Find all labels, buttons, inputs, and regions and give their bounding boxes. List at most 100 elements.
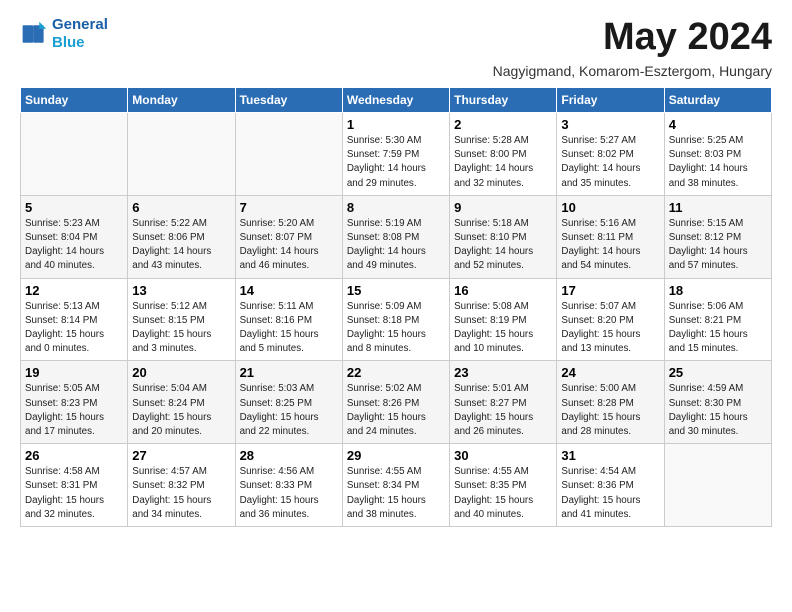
calendar-cell: 17 Sunrise: 5:07 AMSunset: 8:20 PMDayligh… — [557, 278, 664, 361]
weekday-header: Wednesday — [342, 88, 449, 113]
calendar-cell: 26 Sunrise: 4:58 AMSunset: 8:31 PMDayligh… — [21, 444, 128, 527]
day-number: 29 — [347, 448, 445, 463]
day-info: Sunrise: 5:20 AMSunset: 8:07 PMDaylight:… — [240, 217, 338, 274]
calendar-cell — [664, 444, 771, 527]
calendar-cell: 21 Sunrise: 5:03 AMSunset: 8:25 PMDayligh… — [235, 361, 342, 444]
page-header: General Blue May 2024 — [20, 16, 772, 59]
weekday-header: Thursday — [450, 88, 557, 113]
calendar-cell: 4 Sunrise: 5:25 AMSunset: 8:03 PMDaylight… — [664, 113, 771, 196]
day-info: Sunrise: 5:03 AMSunset: 8:25 PMDaylight:… — [240, 382, 338, 439]
day-number: 30 — [454, 448, 552, 463]
day-number: 20 — [132, 365, 230, 380]
day-number: 15 — [347, 283, 445, 298]
day-number: 6 — [132, 200, 230, 215]
calendar-cell: 7Sunrise: 5:20 AMSunset: 8:07 PMDaylight… — [235, 195, 342, 278]
day-number: 26 — [25, 448, 123, 463]
day-info: Sunrise: 5:13 AMSunset: 8:14 PMDaylight:… — [25, 300, 123, 357]
calendar-cell: 25 Sunrise: 4:59 AMSunset: 8:30 PMDayligh… — [664, 361, 771, 444]
day-info: Sunrise: 4:58 AMSunset: 8:31 PMDaylight:… — [25, 465, 123, 522]
calendar-cell: 24Sunrise: 5:00 AMSunset: 8:28 PMDayligh… — [557, 361, 664, 444]
logo: General Blue — [20, 16, 108, 52]
day-info: Sunrise: 4:56 AMSunset: 8:33 PMDaylight:… — [240, 465, 338, 522]
day-info: Sunrise: 5:25 AMSunset: 8:03 PMDaylight:… — [669, 134, 767, 191]
day-info: Sunrise: 5:28 AMSunset: 8:00 PMDaylight:… — [454, 134, 552, 191]
day-info: Sunrise: 5:27 AMSunset: 8:02 PMDaylight:… — [561, 134, 659, 191]
calendar-cell: 3 Sunrise: 5:27 AMSunset: 8:02 PMDaylight… — [557, 113, 664, 196]
day-info: Sunrise: 5:07 AMSunset: 8:20 PMDaylight:… — [561, 300, 659, 357]
day-info: Sunrise: 5:06 AMSunset: 8:21 PMDaylight:… — [669, 300, 767, 357]
calendar-cell: 13 Sunrise: 5:12 AMSunset: 8:15 PMDayligh… — [128, 278, 235, 361]
day-info: Sunrise: 5:19 AMSunset: 8:08 PMDaylight:… — [347, 217, 445, 274]
calendar-cell: 10Sunrise: 5:16 AMSunset: 8:11 PMDayligh… — [557, 195, 664, 278]
calendar-cell: 1 Sunrise: 5:30 AMSunset: 7:59 PMDaylight… — [342, 113, 449, 196]
day-number: 28 — [240, 448, 338, 463]
day-info: Sunrise: 4:59 AMSunset: 8:30 PMDaylight:… — [669, 382, 767, 439]
day-number: 25 — [669, 365, 767, 380]
day-number: 21 — [240, 365, 338, 380]
calendar-body: 1 Sunrise: 5:30 AMSunset: 7:59 PMDaylight… — [21, 113, 772, 527]
weekday-header: Saturday — [664, 88, 771, 113]
calendar-cell: 8 Sunrise: 5:19 AMSunset: 8:08 PMDaylight… — [342, 195, 449, 278]
day-number: 4 — [669, 117, 767, 132]
location-subtitle: Nagyigmand, Komarom-Esztergom, Hungary — [20, 63, 772, 79]
logo-text: General Blue — [52, 16, 108, 52]
day-info: Sunrise: 5:00 AMSunset: 8:28 PMDaylight:… — [561, 382, 659, 439]
calendar-cell: 23 Sunrise: 5:01 AMSunset: 8:27 PMDayligh… — [450, 361, 557, 444]
logo-icon — [20, 20, 48, 48]
day-number: 27 — [132, 448, 230, 463]
calendar-cell — [21, 113, 128, 196]
weekday-header: Monday — [128, 88, 235, 113]
calendar-cell: 31 Sunrise: 4:54 AMSunset: 8:36 PMDayligh… — [557, 444, 664, 527]
calendar-cell: 11 Sunrise: 5:15 AMSunset: 8:12 PMDayligh… — [664, 195, 771, 278]
day-info: Sunrise: 5:01 AMSunset: 8:27 PMDaylight:… — [454, 382, 552, 439]
day-info: Sunrise: 5:05 AMSunset: 8:23 PMDaylight:… — [25, 382, 123, 439]
day-number: 1 — [347, 117, 445, 132]
day-number: 13 — [132, 283, 230, 298]
calendar-cell: 19 Sunrise: 5:05 AMSunset: 8:23 PMDayligh… — [21, 361, 128, 444]
day-info: Sunrise: 5:16 AMSunset: 8:11 PMDaylight:… — [561, 217, 659, 274]
day-info: Sunrise: 5:12 AMSunset: 8:15 PMDaylight:… — [132, 300, 230, 357]
day-number: 23 — [454, 365, 552, 380]
calendar-cell: 12 Sunrise: 5:13 AMSunset: 8:14 PMDayligh… — [21, 278, 128, 361]
weekday-header: Tuesday — [235, 88, 342, 113]
weekday-header: Sunday — [21, 88, 128, 113]
day-number: 8 — [347, 200, 445, 215]
calendar-cell: 16Sunrise: 5:08 AMSunset: 8:19 PMDayligh… — [450, 278, 557, 361]
day-info: Sunrise: 5:22 AMSunset: 8:06 PMDaylight:… — [132, 217, 230, 274]
day-info: Sunrise: 5:09 AMSunset: 8:18 PMDaylight:… — [347, 300, 445, 357]
day-number: 31 — [561, 448, 659, 463]
day-info: Sunrise: 5:18 AMSunset: 8:10 PMDaylight:… — [454, 217, 552, 274]
day-number: 12 — [25, 283, 123, 298]
calendar-cell: 18 Sunrise: 5:06 AMSunset: 8:21 PMDayligh… — [664, 278, 771, 361]
day-number: 22 — [347, 365, 445, 380]
day-number: 5 — [25, 200, 123, 215]
day-info: Sunrise: 5:04 AMSunset: 8:24 PMDaylight:… — [132, 382, 230, 439]
day-info: Sunrise: 5:02 AMSunset: 8:26 PMDaylight:… — [347, 382, 445, 439]
calendar-cell: 9Sunrise: 5:18 AMSunset: 8:10 PMDaylight… — [450, 195, 557, 278]
day-number: 14 — [240, 283, 338, 298]
calendar-cell: 15 Sunrise: 5:09 AMSunset: 8:18 PMDayligh… — [342, 278, 449, 361]
day-info: Sunrise: 5:15 AMSunset: 8:12 PMDaylight:… — [669, 217, 767, 274]
day-number: 3 — [561, 117, 659, 132]
day-number: 19 — [25, 365, 123, 380]
day-info: Sunrise: 4:55 AMSunset: 8:35 PMDaylight:… — [454, 465, 552, 522]
day-number: 17 — [561, 283, 659, 298]
day-number: 2 — [454, 117, 552, 132]
calendar-week-row: 5Sunrise: 5:23 AMSunset: 8:04 PMDaylight… — [21, 195, 772, 278]
calendar-cell: 30 Sunrise: 4:55 AMSunset: 8:35 PMDayligh… — [450, 444, 557, 527]
day-number: 11 — [669, 200, 767, 215]
calendar-week-row: 1 Sunrise: 5:30 AMSunset: 7:59 PMDaylight… — [21, 113, 772, 196]
calendar-cell — [128, 113, 235, 196]
day-info: Sunrise: 4:57 AMSunset: 8:32 PMDaylight:… — [132, 465, 230, 522]
calendar-cell — [235, 113, 342, 196]
calendar-cell: 29 Sunrise: 4:55 AMSunset: 8:34 PMDayligh… — [342, 444, 449, 527]
day-number: 18 — [669, 283, 767, 298]
day-info: Sunrise: 5:30 AMSunset: 7:59 PMDaylight:… — [347, 134, 445, 191]
day-number: 16 — [454, 283, 552, 298]
day-info: Sunrise: 4:54 AMSunset: 8:36 PMDaylight:… — [561, 465, 659, 522]
calendar-table: SundayMondayTuesdayWednesdayThursdayFrid… — [20, 87, 772, 527]
calendar-cell: 5Sunrise: 5:23 AMSunset: 8:04 PMDaylight… — [21, 195, 128, 278]
calendar-cell: 14Sunrise: 5:11 AMSunset: 8:16 PMDayligh… — [235, 278, 342, 361]
weekday-header: Friday — [557, 88, 664, 113]
day-info: Sunrise: 4:55 AMSunset: 8:34 PMDaylight:… — [347, 465, 445, 522]
